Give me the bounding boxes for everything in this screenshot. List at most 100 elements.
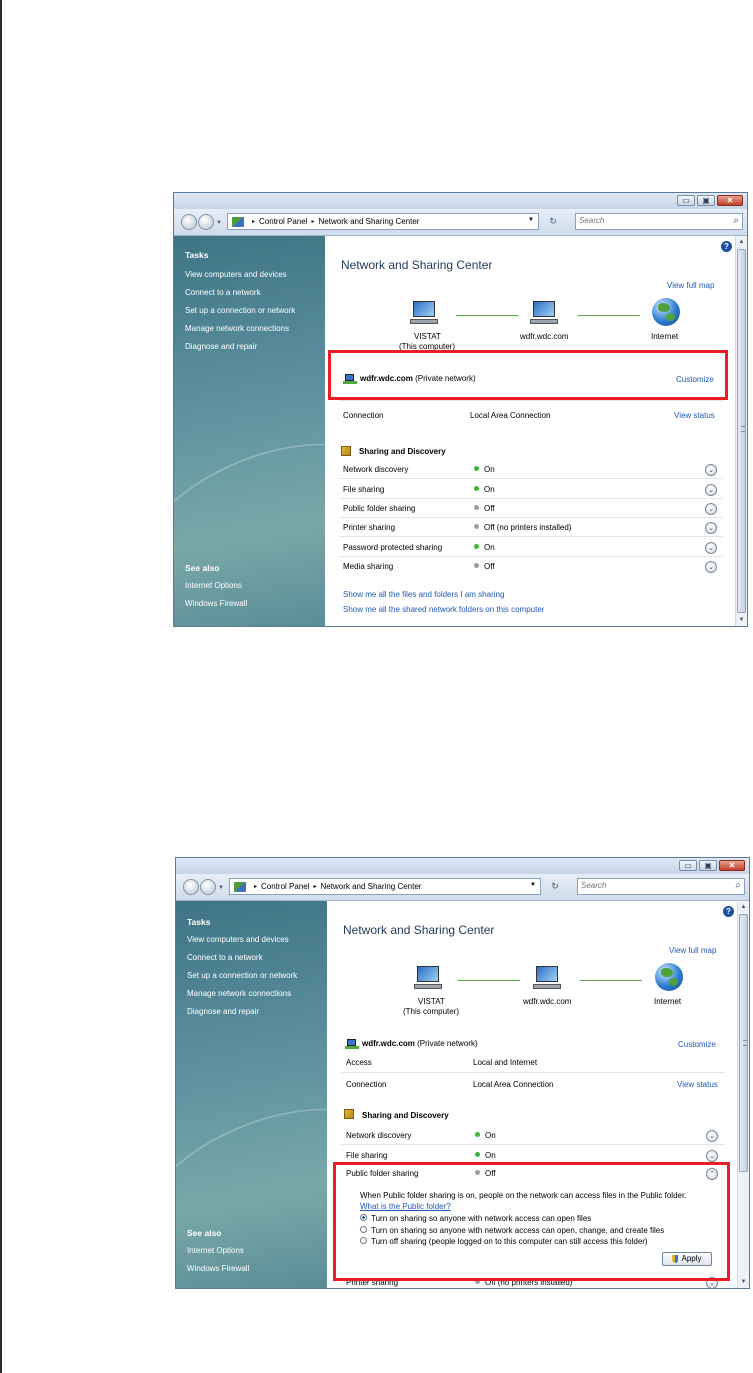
scroll-up-icon[interactable]: ▲ — [739, 902, 748, 912]
divider — [339, 498, 723, 499]
divider — [341, 1072, 725, 1073]
sidebar-item-connect-network[interactable]: Connect to a network — [187, 953, 263, 962]
sharing-heading: Sharing and Discovery — [362, 1111, 449, 1120]
title-bar: ▭ ▣ ✕ — [176, 858, 749, 874]
close-button[interactable]: ✕ — [717, 195, 743, 206]
sharing-row-label: Network discovery — [343, 465, 409, 474]
scroll-down-icon[interactable]: ▼ — [739, 1277, 748, 1287]
sidebar-item-manage-connections[interactable]: Manage network connections — [187, 989, 291, 998]
refresh-icon[interactable]: ↻ — [545, 879, 565, 894]
sharing-row-value: On — [474, 485, 495, 494]
search-icon[interactable]: ⌕ — [735, 880, 741, 891]
connection-value[interactable]: Local Area Connection — [473, 1080, 554, 1089]
maximize-button[interactable]: ▣ — [697, 195, 715, 206]
view-status-link[interactable]: View status — [674, 411, 715, 420]
status-on-icon — [474, 466, 479, 472]
status-off-icon — [474, 524, 479, 530]
breadcrumb-control-panel[interactable]: Control Panel — [259, 217, 307, 226]
breadcrumb-separator-icon: ▸ — [252, 219, 256, 225]
refresh-icon[interactable]: ↻ — [543, 214, 563, 229]
task-sidebar: Tasks View computers and devices Connect… — [174, 236, 325, 626]
search-input[interactable] — [579, 216, 719, 225]
minimize-button[interactable]: ▭ — [679, 860, 697, 871]
network-status-icon — [345, 1039, 359, 1050]
search-icon[interactable]: ⌕ — [733, 215, 739, 226]
close-button[interactable]: ✕ — [719, 860, 745, 871]
sidebar-item-setup-connection[interactable]: Set up a connection or network — [185, 306, 295, 315]
connection-value[interactable]: Local Area Connection — [470, 411, 551, 420]
sidebar-item-connect-network[interactable]: Connect to a network — [185, 288, 261, 297]
address-bar[interactable]: ▸ Control Panel ▸ Network and Sharing Ce… — [229, 878, 541, 895]
help-icon[interactable]: ? — [721, 241, 732, 252]
sharing-row-label: File sharing — [343, 485, 385, 494]
search-box[interactable]: ⌕ — [577, 878, 745, 895]
access-value: Local and Internet — [473, 1058, 538, 1067]
chevron-down-icon[interactable]: ⌄ — [705, 484, 717, 496]
chevron-down-icon[interactable]: ⌄ — [705, 464, 717, 476]
view-status-link[interactable]: View status — [677, 1080, 718, 1089]
scroll-down-icon[interactable]: ▼ — [737, 615, 746, 625]
map-connection-line — [456, 315, 518, 316]
sharing-discovery-icon — [341, 446, 351, 456]
scrollbar-thumb[interactable] — [739, 914, 748, 1172]
sidebar-item-manage-connections[interactable]: Manage network connections — [185, 324, 289, 333]
sharing-row-value: On — [474, 465, 495, 474]
search-box[interactable]: ⌕ — [575, 213, 743, 230]
breadcrumb-control-panel[interactable]: Control Panel — [261, 882, 309, 891]
breadcrumb-network-sharing-center[interactable]: Network and Sharing Center — [319, 217, 420, 226]
map-network-name: wdfr.wdc.com — [523, 997, 572, 1006]
recent-pages-dropdown-icon[interactable]: ▼ — [218, 885, 224, 891]
connection-label: Connection — [346, 1080, 387, 1089]
forward-button[interactable] — [200, 879, 216, 895]
divider — [339, 517, 723, 518]
sharing-row-label: Password protected sharing — [343, 543, 443, 552]
scroll-up-icon[interactable]: ▲ — [737, 237, 746, 247]
chevron-down-icon[interactable]: ⌄ — [705, 522, 717, 534]
address-dropdown-icon[interactable]: ▼ — [528, 217, 534, 223]
chevron-down-icon[interactable]: ⌄ — [706, 1130, 718, 1142]
status-on-icon — [474, 544, 479, 550]
back-button[interactable] — [183, 879, 199, 895]
status-off-icon — [474, 505, 479, 511]
sidebar-item-view-computers[interactable]: View computers and devices — [185, 270, 287, 279]
vertical-scrollbar[interactable]: ▲ ▼ — [735, 236, 747, 626]
minimize-button[interactable]: ▭ — [677, 195, 695, 206]
forward-button[interactable] — [198, 214, 214, 230]
highlight-box-public-folder — [333, 1162, 730, 1281]
sidebar-item-diagnose-repair[interactable]: Diagnose and repair — [187, 1007, 259, 1016]
chevron-down-icon[interactable]: ⌄ — [705, 542, 717, 554]
sharing-row-label: Printer sharing — [343, 523, 396, 532]
sidebar-item-setup-connection[interactable]: Set up a connection or network — [187, 971, 297, 980]
chevron-down-icon[interactable]: ⌄ — [705, 503, 717, 515]
sidebar-item-internet-options[interactable]: Internet Options — [187, 1246, 244, 1255]
scrollbar-thumb[interactable] — [737, 249, 746, 613]
vertical-scrollbar[interactable]: ▲ ▼ — [737, 901, 749, 1288]
maximize-button[interactable]: ▣ — [699, 860, 717, 871]
map-computer-name: VISTAT — [414, 332, 441, 341]
help-icon[interactable]: ? — [723, 906, 734, 917]
task-sidebar: Tasks View computers and devices Connect… — [176, 901, 327, 1288]
sidebar-item-windows-firewall[interactable]: Windows Firewall — [187, 1264, 249, 1273]
sidebar-item-view-computers[interactable]: View computers and devices — [187, 935, 289, 944]
sharing-row-label: Public folder sharing — [343, 504, 416, 513]
network-sharing-window-expanded: ▭ ▣ ✕ ▼ ▸ Control Panel ▸ Network and Sh… — [175, 857, 750, 1289]
breadcrumb-network-sharing-center[interactable]: Network and Sharing Center — [321, 882, 422, 891]
chevron-down-icon[interactable]: ⌄ — [706, 1150, 718, 1162]
breadcrumb-separator-icon: ▸ — [254, 884, 258, 890]
network-icon — [533, 966, 561, 990]
sidebar-item-internet-options[interactable]: Internet Options — [185, 581, 242, 590]
sidebar-item-diagnose-repair[interactable]: Diagnose and repair — [185, 342, 257, 351]
show-shared-files-link[interactable]: Show me all the files and folders I am s… — [343, 590, 504, 599]
back-button[interactable] — [181, 214, 197, 230]
customize-link[interactable]: Customize — [678, 1040, 716, 1049]
address-dropdown-icon[interactable]: ▼ — [530, 882, 536, 888]
sidebar-item-windows-firewall[interactable]: Windows Firewall — [185, 599, 247, 608]
search-input[interactable] — [581, 881, 721, 890]
address-bar[interactable]: ▸ Control Panel ▸ Network and Sharing Ce… — [227, 213, 539, 230]
show-shared-folders-link[interactable]: Show me all the shared network folders o… — [343, 605, 544, 614]
view-full-map-link[interactable]: View full map — [669, 946, 716, 955]
recent-pages-dropdown-icon[interactable]: ▼ — [216, 220, 222, 226]
chevron-down-icon[interactable]: ⌄ — [705, 561, 717, 573]
view-full-map-link[interactable]: View full map — [667, 281, 714, 290]
address-toolbar: ▼ ▸ Control Panel ▸ Network and Sharing … — [174, 209, 747, 236]
